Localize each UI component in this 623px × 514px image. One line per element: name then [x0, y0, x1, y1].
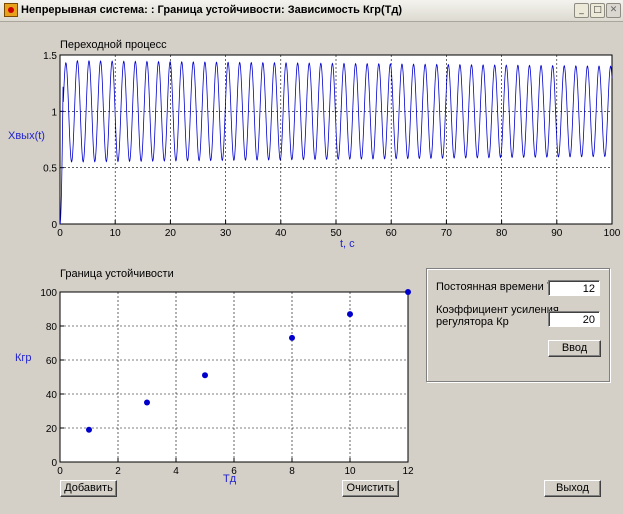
- plot2-tick-label-y: 100: [40, 288, 57, 299]
- plot2-tick-label-y: 60: [46, 356, 58, 367]
- plot2-tick-label-x: 10: [344, 466, 356, 477]
- clear-button[interactable]: Очистить: [342, 480, 399, 497]
- plot2-tick-label-x: 0: [57, 466, 63, 477]
- stability-point: [86, 426, 92, 433]
- enter-button[interactable]: Ввод: [548, 340, 601, 357]
- kp-label-line2: регулятора Кр: [436, 316, 509, 328]
- td-label: Постоянная времени Тд: [436, 281, 560, 293]
- td-input[interactable]: [548, 280, 600, 296]
- stability-point: [289, 334, 295, 341]
- plot2-tick-label-x: 12: [402, 466, 414, 477]
- kp-input[interactable]: [548, 311, 600, 327]
- stability-point: [144, 399, 150, 406]
- plot2-tick-label-y: 0: [51, 458, 57, 469]
- plot2-tick-label-x: 2: [115, 466, 121, 477]
- plot2-tick-label-y: 80: [46, 322, 58, 333]
- plot2-tick-label-y: 20: [46, 424, 58, 435]
- stability-point: [405, 289, 411, 295]
- parameters-panel: Постоянная времени Тд Коэффициент усилен…: [426, 268, 610, 382]
- stability-point: [202, 372, 208, 379]
- exit-button[interactable]: Выход: [544, 480, 601, 497]
- plot2-tick-label-x: 6: [231, 466, 237, 477]
- stability-boundary-plot: 0 2 4 6 8 10 12 0 20 40 60 80 100: [40, 288, 414, 477]
- kp-label-line1: Коэффициент усиления: [436, 304, 559, 316]
- plot2-tick-label-y: 40: [46, 390, 58, 401]
- add-button[interactable]: Добавить: [60, 480, 117, 497]
- plot2-tick-label-x: 8: [289, 466, 295, 477]
- plot2-tick-label-x: 4: [173, 466, 179, 477]
- stability-point: [347, 311, 353, 318]
